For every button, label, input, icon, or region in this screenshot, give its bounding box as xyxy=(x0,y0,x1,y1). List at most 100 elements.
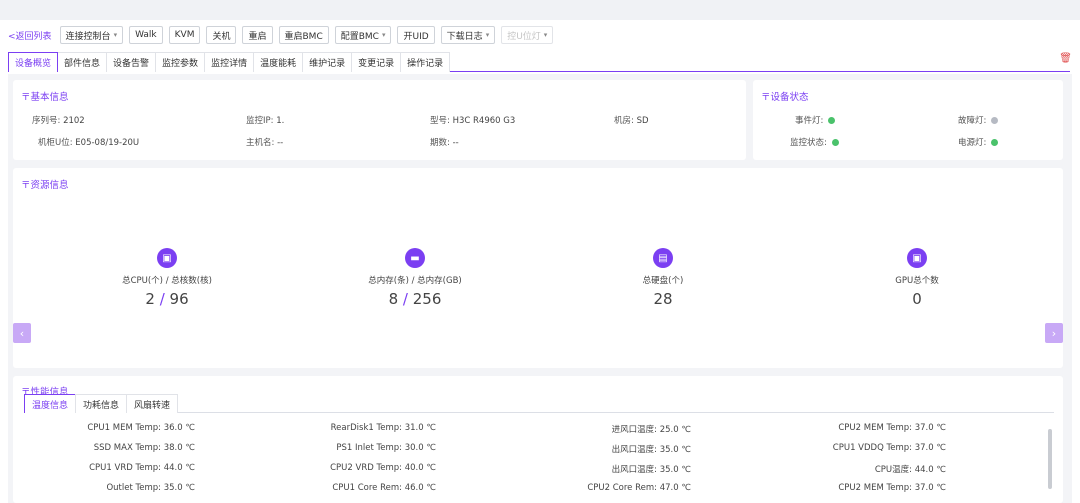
carousel-prev-button[interactable]: ‹ xyxy=(13,323,31,343)
sensor-value: 36.0 ℃ xyxy=(163,423,195,433)
sensor-value: 30.0 ℃ xyxy=(404,443,436,453)
sensor-label: CPU1 VDDQ Temp: xyxy=(832,443,912,453)
temperature-row: CPU1 MEM Temp: 36.0 ℃ RearDisk1 Temp: 31… xyxy=(24,423,1044,441)
sensor-value: 35.0 ℃ xyxy=(659,445,691,455)
sensor-label: CPU2 MEM Temp: xyxy=(838,483,912,493)
u-position-light-button: 控U位灯 ▾ xyxy=(501,26,554,44)
temperature-item: 出风口温度: 35.0 ℃ xyxy=(529,463,691,475)
value-separator: / xyxy=(159,290,165,308)
open-uid-button[interactable]: 开UID xyxy=(397,26,435,44)
memory-icon: ▬ xyxy=(405,248,425,268)
button-label: Walk xyxy=(135,30,157,40)
tab-change-records[interactable]: 变更记录 xyxy=(351,52,402,72)
phase: 期数: -- xyxy=(430,136,459,148)
tab-overview[interactable]: 设备概览 xyxy=(8,52,59,72)
tab-maintenance-records[interactable]: 维护记录 xyxy=(302,52,353,72)
console-button[interactable]: 连接控制台 ▾ xyxy=(59,26,124,44)
status-label: 监控状态: xyxy=(790,138,827,148)
button-label: 连接控制台 xyxy=(65,31,111,42)
device-status-card: 〒设备状态 事件灯: 故障灯: 监控状态: 电源灯: xyxy=(753,80,1063,160)
vertical-scrollbar[interactable] xyxy=(1048,429,1052,489)
temperature-item: 出风口温度: 35.0 ℃ xyxy=(529,443,691,455)
resource-count: 0 xyxy=(912,290,922,308)
sensor-value: 31.0 ℃ xyxy=(404,423,436,433)
shutdown-button[interactable]: 关机 xyxy=(206,26,237,44)
field-value: SD xyxy=(636,116,649,126)
button-label: 重启BMC xyxy=(284,31,323,42)
monitor-ip: 监控IP: 1. xyxy=(246,114,284,126)
tab-alarms[interactable]: 设备告警 xyxy=(106,52,157,72)
resource-label: 总硬盘(个) xyxy=(642,276,684,286)
chevron-down-icon: ▾ xyxy=(485,31,490,39)
temperature-item: Outlet Temp: 35.0 ℃ xyxy=(24,483,195,493)
chevron-down-icon: ▾ xyxy=(113,31,118,39)
field-value: H3C R4960 G3 xyxy=(452,116,516,126)
sensor-label: CPU2 MEM Temp: xyxy=(838,423,912,433)
sensor-value: 37.0 ℃ xyxy=(914,483,946,493)
field-value: -- xyxy=(277,138,284,148)
event-light: 事件灯: xyxy=(795,114,836,126)
power-light: 电源灯: xyxy=(958,136,999,148)
download-log-button[interactable]: 下载日志 ▾ xyxy=(440,26,496,44)
sensor-value: 37.0 ℃ xyxy=(914,423,946,433)
sensor-label: CPU1 MEM Temp: xyxy=(87,423,161,433)
subtab-power[interactable]: 功耗信息 xyxy=(75,394,128,413)
resource-total: 96 xyxy=(169,290,189,308)
temperature-item: CPU温度: 44.0 ℃ xyxy=(779,463,946,475)
back-to-list-link[interactable]: <返回列表 xyxy=(8,29,52,42)
carousel-next-button[interactable]: › xyxy=(1045,323,1063,343)
sensor-label: CPU1 VRD Temp: xyxy=(89,463,161,473)
button-label: 重启 xyxy=(248,31,267,42)
temperature-row: CPU1 VRD Temp: 44.0 ℃ CPU2 VRD Temp: 40.… xyxy=(24,463,1044,481)
resource-count: 28 xyxy=(653,290,673,308)
temperature-item: RearDisk1 Temp: 31.0 ℃ xyxy=(274,423,436,433)
button-label: 控U位灯 xyxy=(507,31,541,42)
basic-info-card: 〒基本信息 序列号: 2102 监控IP: 1. 型号: H3C R4960 G… xyxy=(13,80,746,160)
sensor-value: 25.0 ℃ xyxy=(659,425,691,435)
fault-light: 故障灯: xyxy=(958,114,999,126)
restart-bmc-button[interactable]: 重启BMC xyxy=(278,26,329,44)
sensor-label: CPU2 Core Rem: xyxy=(587,483,657,493)
subtab-temperature[interactable]: 温度信息 xyxy=(24,394,77,413)
sensor-label: 出风口温度: xyxy=(611,465,657,475)
temperature-item: 进风口温度: 25.0 ℃ xyxy=(529,423,691,435)
resource-value: 0 xyxy=(827,290,1007,308)
field-label: 型号: xyxy=(430,116,450,126)
restart-button[interactable]: 重启 xyxy=(242,26,273,44)
cpu-resource: ▣ 总CPU(个) / 总核数(核) 2 / 96 xyxy=(77,248,257,308)
sensor-label: 进风口温度: xyxy=(611,425,657,435)
sensor-label: SSD MAX Temp: xyxy=(93,443,161,453)
machine-room: 机房: SD xyxy=(614,114,649,126)
tab-monitor-details[interactable]: 监控详情 xyxy=(204,52,255,72)
tab-temperature-energy[interactable]: 温度能耗 xyxy=(253,52,304,72)
device-detail-page: <返回列表 连接控制台 ▾ Walk KVM 关机 重启 重启BMC 配置BMC ▾… xyxy=(0,20,1080,503)
subtab-fan-speed[interactable]: 风扇转速 xyxy=(126,394,179,413)
kvm-button[interactable]: KVM xyxy=(168,26,201,44)
sensor-value: 44.0 ℃ xyxy=(914,465,946,475)
status-label: 电源灯: xyxy=(958,138,987,148)
button-label: 下载日志 xyxy=(446,31,483,42)
sensor-value: 47.0 ℃ xyxy=(659,483,691,493)
resource-count: 8 xyxy=(388,290,399,308)
temperature-item: CPU2 MEM Temp: 37.0 ℃ xyxy=(779,423,946,433)
field-label: 监控IP: xyxy=(246,116,274,126)
temperature-item: CPU1 MEM Temp: 36.0 ℃ xyxy=(24,423,195,433)
config-bmc-button[interactable]: 配置BMC ▾ xyxy=(334,26,392,44)
cpu-icon: ▣ xyxy=(157,248,177,268)
sensor-value: 37.0 ℃ xyxy=(914,443,946,453)
tab-monitor-params[interactable]: 监控参数 xyxy=(155,52,206,72)
value-separator: / xyxy=(402,290,408,308)
sensor-label: CPU2 VRD Temp: xyxy=(330,463,402,473)
tab-components[interactable]: 部件信息 xyxy=(57,52,108,72)
button-label: 关机 xyxy=(212,31,231,42)
walk-button[interactable]: Walk xyxy=(129,26,163,44)
resource-label: GPU总个数 xyxy=(895,276,939,286)
trash-icon[interactable]: 🗑 xyxy=(1059,53,1072,64)
field-label: 主机名: xyxy=(246,138,275,148)
tab-operation-records[interactable]: 操作记录 xyxy=(400,52,451,72)
temperature-item: CPU2 Core Rem: 47.0 ℃ xyxy=(529,483,691,493)
sensor-value: 46.0 ℃ xyxy=(404,483,436,493)
sensor-value: 35.0 ℃ xyxy=(163,483,195,493)
status-dot-green xyxy=(831,139,839,146)
resource-total: 256 xyxy=(412,290,442,308)
